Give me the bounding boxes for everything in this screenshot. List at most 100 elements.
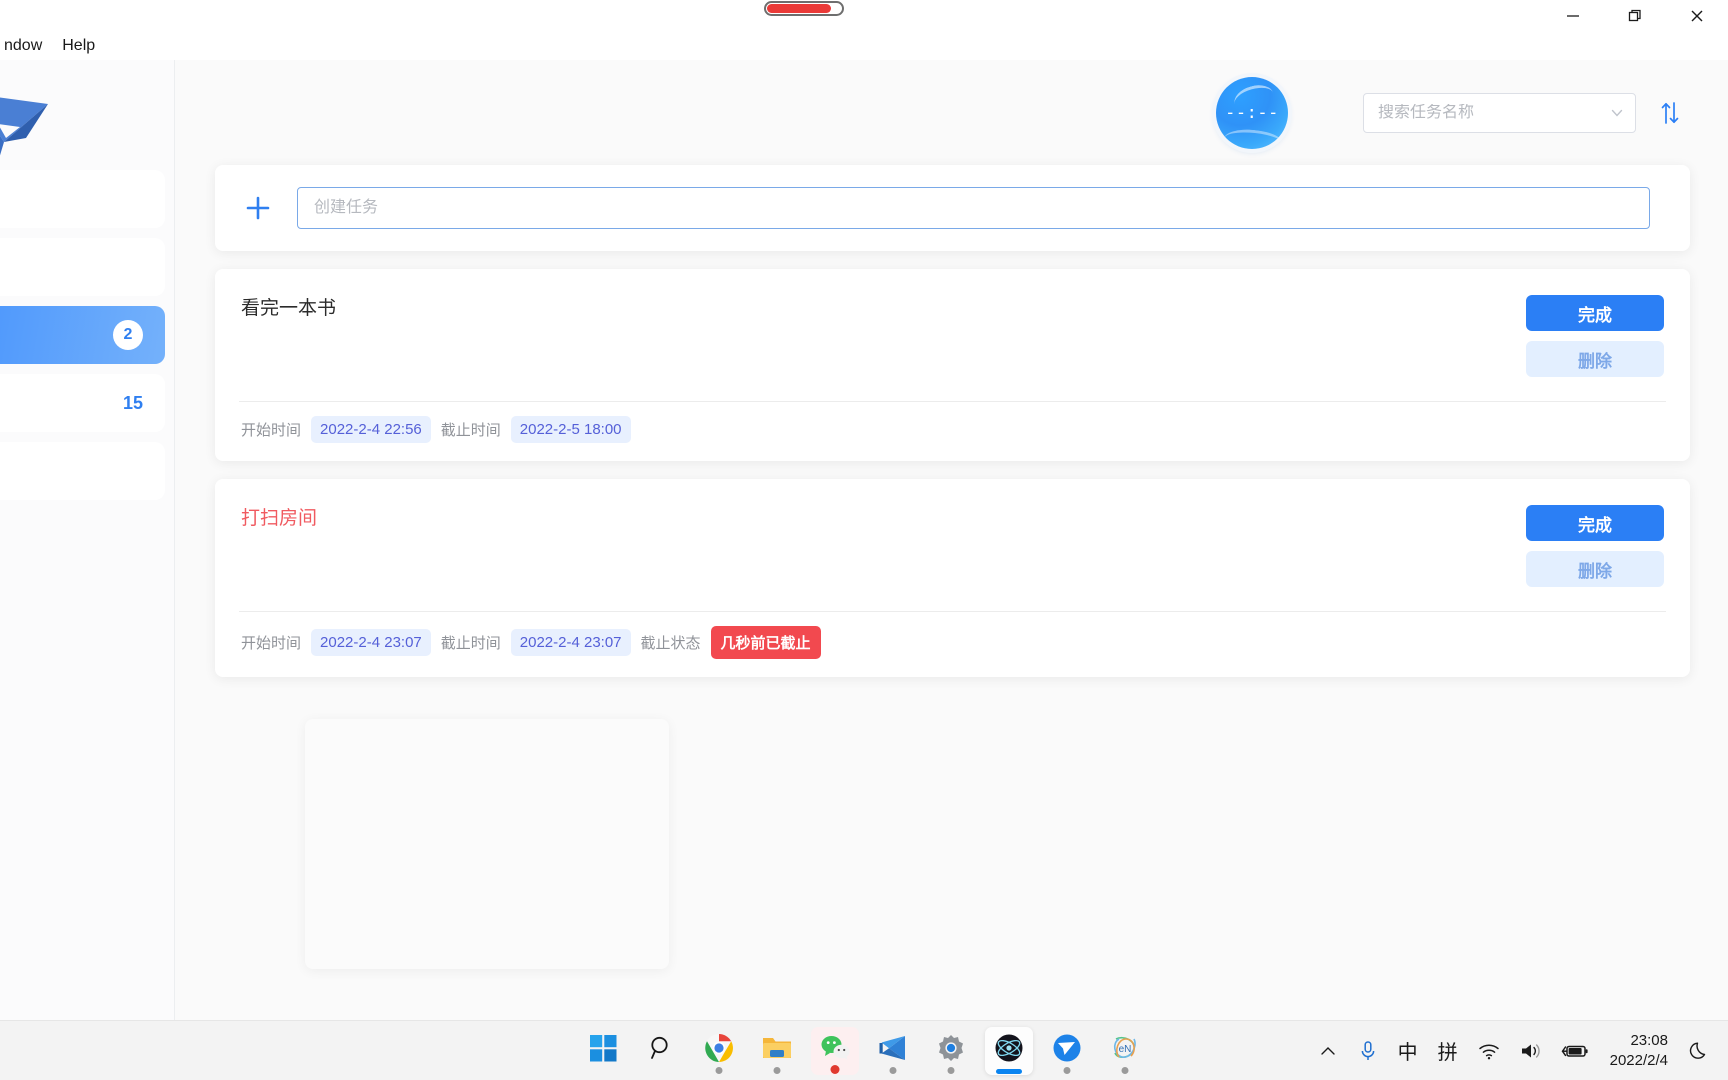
minimize-button[interactable] xyxy=(1542,0,1604,32)
task-meta: 开始时间 2022-2-4 22:56 截止时间 2022-2-5 18:00 xyxy=(215,402,1690,461)
file-explorer-button[interactable] xyxy=(753,1027,801,1075)
task-card-body: 看完一本书 完成 删除 xyxy=(215,269,1690,387)
taskbar-apps: eN xyxy=(579,1021,1149,1080)
windows-logo-icon xyxy=(589,1034,617,1067)
clock-time-label: --:-- xyxy=(1225,102,1279,123)
search-input[interactable] xyxy=(1378,103,1609,122)
chrome-button[interactable] xyxy=(695,1027,743,1075)
active-indicator xyxy=(996,1068,1022,1074)
sidebar: 2 15 xyxy=(0,60,175,1020)
windows-taskbar: eN 中 拼 23:08 2022/2/4 xyxy=(0,1020,1728,1080)
moon-icon[interactable] xyxy=(1680,1021,1720,1080)
sidebar-item-count: 15 xyxy=(122,392,143,413)
wechat-button[interactable] xyxy=(811,1026,859,1075)
menu-item-window[interactable]: ndow xyxy=(0,34,52,58)
due-time-value: 2022-2-5 18:00 xyxy=(510,416,631,443)
knot-icon: eN xyxy=(1110,1033,1140,1068)
svg-text:eN: eN xyxy=(1119,1044,1132,1055)
start-time-value: 2022-2-4 23:07 xyxy=(311,629,431,656)
task-actions: 完成 删除 xyxy=(1526,295,1664,387)
vscode-icon xyxy=(878,1034,908,1067)
task-actions: 完成 删除 xyxy=(1526,505,1664,597)
due-status-label: 截止状态 xyxy=(640,635,701,652)
bird-icon xyxy=(1052,1033,1082,1068)
sort-arrows-icon[interactable] xyxy=(1650,93,1690,133)
close-button[interactable] xyxy=(1666,0,1728,32)
create-task-input[interactable] xyxy=(297,187,1650,229)
menubar: ndow Help xyxy=(0,32,1728,60)
chevron-up-icon[interactable] xyxy=(1308,1021,1348,1080)
sidebar-item-0[interactable] xyxy=(0,170,165,228)
delete-button[interactable]: 删除 xyxy=(1526,341,1664,377)
system-tray: 中 拼 23:08 2022/2/4 xyxy=(1308,1021,1728,1080)
running-indicator xyxy=(1121,1066,1129,1074)
vscode-button[interactable] xyxy=(869,1027,917,1075)
start-time-label: 开始时间 xyxy=(241,635,302,652)
window-titlebar xyxy=(0,0,1728,32)
folder-icon xyxy=(762,1034,792,1067)
task-card: 打扫房间 完成 删除 开始时间 2022-2-4 23:07 截止时间 2022… xyxy=(215,479,1690,677)
chrome-icon xyxy=(704,1033,734,1068)
sidebar-item-list: 2 15 xyxy=(0,170,165,500)
search-box[interactable] xyxy=(1363,92,1636,133)
clock-time: 23:08 xyxy=(1630,1031,1668,1049)
main-panel: --:-- 搜索任务名称 创建任务 看完一本书 完成 删除 开始时间 2022-… xyxy=(175,60,1728,1020)
microphone-icon[interactable] xyxy=(1348,1021,1388,1080)
bird-app-button[interactable] xyxy=(1043,1027,1091,1075)
progress-pill-track xyxy=(764,1,844,16)
clock-widget[interactable]: --:-- xyxy=(1216,76,1288,149)
wechat-icon xyxy=(820,1034,850,1067)
sidebar-item-3[interactable]: 15 xyxy=(0,374,165,432)
progress-pill xyxy=(764,1,844,16)
task-title: 打扫房间 xyxy=(241,508,318,529)
chevron-down-icon[interactable] xyxy=(1609,105,1625,121)
gear-icon xyxy=(937,1034,965,1067)
speaker-icon[interactable] xyxy=(1510,1021,1552,1080)
screen: ndow Help 2 15 --:-- 搜索任务名称 创建任务 看完一本书 完… xyxy=(0,0,1728,1080)
due-time-label: 截止时间 xyxy=(440,422,501,439)
toolbar: --:-- xyxy=(175,60,1728,165)
running-indicator xyxy=(947,1066,955,1074)
notification-indicator xyxy=(830,1064,840,1074)
complete-button[interactable]: 完成 xyxy=(1526,295,1664,331)
sidebar-item-1[interactable] xyxy=(0,238,165,296)
running-indicator xyxy=(1063,1066,1071,1074)
progress-pill-fill xyxy=(767,4,831,13)
ime-mode-indicator[interactable]: 中 xyxy=(1388,1021,1428,1080)
task-card: 看完一本书 完成 删除 开始时间 2022-2-4 22:56 截止时间 202… xyxy=(215,269,1690,461)
plus-icon[interactable] xyxy=(243,193,273,223)
electron-app-button[interactable] xyxy=(985,1026,1033,1075)
sidebar-item-count-badge: 2 xyxy=(113,320,143,350)
sidebar-item-4[interactable] xyxy=(0,442,165,500)
taskbar-clock[interactable]: 23:08 2022/2/4 xyxy=(1598,1021,1680,1080)
start-time-label: 开始时间 xyxy=(241,422,302,439)
restore-button[interactable] xyxy=(1604,0,1666,32)
running-indicator xyxy=(889,1066,897,1074)
app-logo-icon xyxy=(0,80,60,172)
running-indicator xyxy=(773,1066,781,1074)
status-badge: 几秒前已截止 xyxy=(710,626,821,659)
settings-button[interactable] xyxy=(927,1027,975,1075)
task-meta: 开始时间 2022-2-4 23:07 截止时间 2022-2-4 23:07 … xyxy=(215,612,1690,677)
start-button[interactable] xyxy=(579,1027,627,1075)
ime-pinyin-indicator[interactable]: 拼 xyxy=(1428,1021,1468,1080)
battery-charging-icon[interactable] xyxy=(1552,1021,1598,1080)
running-indicator xyxy=(715,1066,723,1074)
window-controls xyxy=(1542,0,1728,32)
electron-icon xyxy=(994,1033,1024,1068)
clock-date: 2022/2/4 xyxy=(1609,1051,1668,1069)
sidebar-item-2-active[interactable]: 2 xyxy=(0,306,165,364)
search-icon xyxy=(647,1034,675,1067)
due-time-value: 2022-2-4 23:07 xyxy=(510,629,631,656)
net-app-button[interactable]: eN xyxy=(1101,1027,1149,1075)
start-time-value: 2022-2-4 22:56 xyxy=(311,416,431,443)
placeholder-card xyxy=(305,719,669,969)
task-title: 看完一本书 xyxy=(241,298,337,319)
menu-item-help[interactable]: Help xyxy=(52,34,105,58)
task-card-body: 打扫房间 完成 删除 xyxy=(215,479,1690,597)
wifi-icon[interactable] xyxy=(1468,1021,1510,1080)
search-taskbar-button[interactable] xyxy=(637,1027,685,1075)
content-area: 看完一本书 完成 删除 开始时间 2022-2-4 22:56 截止时间 202… xyxy=(175,165,1728,969)
delete-button[interactable]: 删除 xyxy=(1526,551,1664,587)
complete-button[interactable]: 完成 xyxy=(1526,505,1664,541)
